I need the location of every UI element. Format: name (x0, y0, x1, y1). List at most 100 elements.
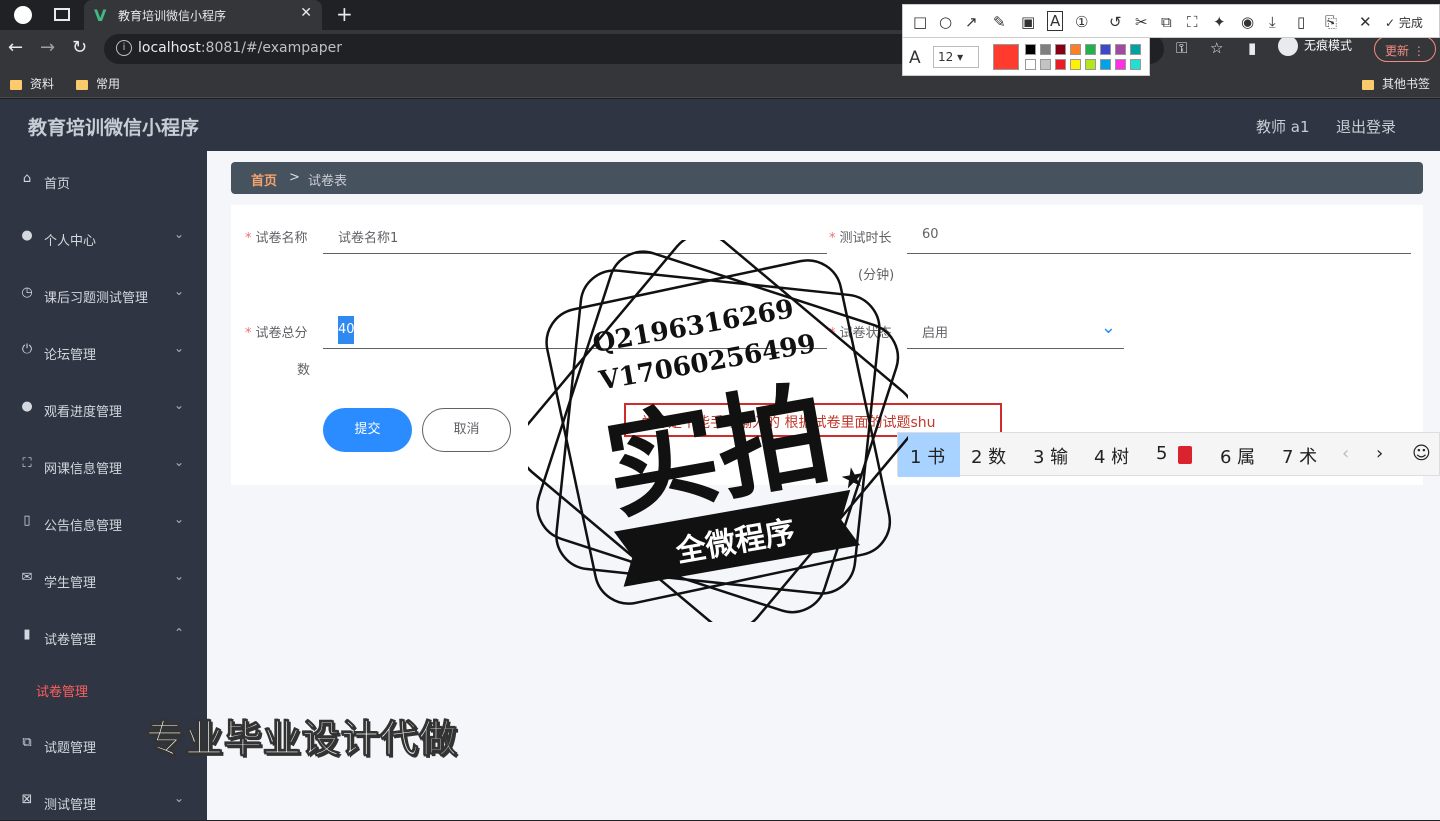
new-tab-button[interactable]: + (336, 2, 353, 26)
candidate-num: 5 (1156, 443, 1168, 464)
cut-icon[interactable]: ✂ (1135, 13, 1148, 31)
translate-icon[interactable]: ⧉ (1161, 13, 1172, 31)
user-name: 教师 a1 (1256, 118, 1310, 136)
site-info-icon[interactable]: i (116, 40, 132, 56)
reload-button[interactable]: ↻ (72, 37, 87, 58)
ime-candidate[interactable]: 6 属 (1220, 443, 1255, 469)
color-swatch[interactable] (1040, 44, 1051, 55)
sidebar-item-label: 学生管理 (44, 576, 97, 591)
selected-color-swatch[interactable] (993, 44, 1019, 70)
sidebar-item-courses[interactable]: ⛶ 网课信息管理 ⌄ (0, 445, 207, 485)
sidebar-item-label: 个人中心 (44, 234, 97, 249)
duration-value: 60 (922, 227, 939, 242)
sidebar-item-tests[interactable]: ⊠ 测试管理 ⌄ (0, 781, 207, 821)
copy-icon: ⧉ (22, 735, 32, 750)
cancel-button[interactable]: 取消 (422, 408, 511, 452)
sidebar-item-exampapers[interactable]: ▮ 试卷管理 ⌃ (0, 616, 207, 656)
color-swatch[interactable] (1055, 59, 1066, 70)
color-swatch[interactable] (1025, 44, 1036, 55)
ime-candidate[interactable]: 2 数 (971, 443, 1006, 469)
tab-close-icon[interactable]: ✕ (300, 5, 312, 21)
sidebar-item-home[interactable]: ⌂ 首页 (0, 160, 207, 200)
back-button[interactable]: ← (8, 37, 23, 58)
tab-overview-icon[interactable] (54, 8, 70, 21)
sidebar-item-notices[interactable]: ▯ 公告信息管理 ⌄ (0, 502, 207, 542)
submit-button[interactable]: 提交 (323, 408, 412, 452)
label-text: 试卷总分 (255, 326, 308, 341)
total-score-label-cont: 数 (297, 363, 311, 378)
color-swatch[interactable] (1130, 59, 1141, 70)
rectangle-tool-icon[interactable]: □ (913, 13, 927, 31)
sidebar-item-students[interactable]: ✉ 学生管理 ⌄ (0, 559, 207, 599)
color-swatch[interactable] (1055, 44, 1066, 55)
sidebar-subitem-exampaper[interactable]: 试卷管理 (36, 681, 88, 700)
ime-candidate[interactable]: 7 术 (1282, 443, 1317, 469)
ime-next-icon[interactable]: › (1376, 443, 1383, 464)
duration-field[interactable]: 60 (907, 214, 1411, 254)
ime-candidate[interactable]: 1 书 (910, 443, 945, 469)
arrow-tool-icon[interactable]: ↗ (965, 13, 978, 31)
breadcrumb: 首页 > 试卷表 (231, 162, 1423, 194)
color-swatch[interactable] (1070, 59, 1081, 70)
sidebar-item-label: 首页 (44, 177, 71, 192)
text-tool-icon[interactable]: A (1047, 11, 1064, 31)
browser-globe-icon[interactable] (14, 6, 32, 24)
color-swatch[interactable] (1085, 59, 1096, 70)
color-swatch[interactable] (1100, 44, 1111, 55)
url-host: localhost (138, 40, 201, 56)
label-text: 试卷名称 (255, 231, 308, 246)
font-size-select[interactable]: 12 ▾ (933, 46, 979, 68)
ime-emoji-icon[interactable]: ☺ (1412, 443, 1431, 464)
tab-active[interactable]: V 教育培训微信小程序 ✕ (84, 0, 322, 30)
sidebar-item-forum[interactable]: ⏻ 论坛管理 ⌄ (0, 331, 207, 371)
mosaic-tool-icon[interactable]: ▣ (1021, 13, 1035, 31)
sidebar-item-label: 试题管理 (44, 741, 97, 756)
sidebar-item-profile[interactable]: ● 个人中心 ⌄ (0, 217, 207, 257)
cancel-icon[interactable]: ✕ (1359, 13, 1372, 31)
exam-name-label: * 试卷名称 (245, 231, 308, 246)
color-swatch[interactable] (1115, 44, 1126, 55)
ellipse-tool-icon[interactable]: ○ (939, 13, 952, 31)
color-swatch[interactable] (1130, 44, 1141, 55)
frame-icon: ⛶ (22, 456, 32, 471)
forward-button[interactable]: → (40, 37, 55, 58)
color-swatch[interactable] (1115, 59, 1126, 70)
color-swatch[interactable] (1040, 59, 1051, 70)
pen-tool-icon[interactable]: ✎ (993, 13, 1006, 31)
bookmark-folder-2[interactable]: 常用 (76, 75, 120, 92)
color-swatch[interactable] (1025, 59, 1036, 70)
record-icon[interactable]: ◉ (1241, 13, 1254, 31)
color-swatch[interactable] (1085, 44, 1096, 55)
undo-icon[interactable]: ↺ (1109, 13, 1122, 31)
pin-icon[interactable]: ✦ (1213, 13, 1226, 31)
sidebar-item-label: 网课信息管理 (44, 462, 123, 477)
app-title: 教育培训微信小程序 (28, 117, 200, 139)
chevron-down-icon: ⌄ (174, 341, 185, 355)
chevron-down-icon: ⌄ (174, 569, 185, 583)
bottom-watermark-text: 专业毕业设计代做 (145, 717, 459, 762)
other-bookmarks[interactable]: 其他书签 (1362, 75, 1430, 92)
save-bookmark-icon[interactable]: ⎘ (1325, 13, 1337, 31)
ime-prev-icon[interactable]: ‹ (1342, 443, 1349, 464)
done-button[interactable]: ✓ 完成 (1385, 14, 1423, 31)
phone-icon[interactable]: ▯ (1297, 13, 1305, 31)
bookmark-folder-1[interactable]: 资料 (10, 75, 54, 92)
sidebar-item-exercise-tests[interactable]: ◷ 课后习题测试管理 ⌄ (0, 274, 207, 314)
color-swatch[interactable] (1070, 44, 1081, 55)
sidebar-item-progress[interactable]: ● 观看进度管理 ⌄ (0, 388, 207, 428)
download-icon[interactable]: ⤓ (1269, 13, 1276, 31)
ocr-icon[interactable]: ⛶ (1187, 13, 1198, 31)
number-tool-icon[interactable]: ① (1075, 13, 1088, 31)
status-select[interactable]: 启用 ⌄ (907, 309, 1124, 349)
ime-candidate[interactable]: 4 树 (1094, 443, 1129, 469)
breadcrumb-home[interactable]: 首页 (251, 170, 277, 189)
sidebar-item-label: 公告信息管理 (44, 519, 123, 534)
color-swatch[interactable] (1100, 59, 1111, 70)
ime-candidate-bar: 1 书 2 数 3 输 4 树 5 6 属 7 术 ‹ › ☺ (897, 432, 1440, 477)
logout-link[interactable]: 退出登录 (1336, 116, 1396, 137)
bookmark-label: 资料 (30, 77, 55, 91)
ime-candidate[interactable]: 3 输 (1033, 443, 1068, 469)
chevron-down-icon: ⌄ (1100, 317, 1116, 338)
ime-candidate[interactable]: 5 (1156, 443, 1192, 464)
sidebar-item-label: 课后习题测试管理 (44, 291, 149, 306)
